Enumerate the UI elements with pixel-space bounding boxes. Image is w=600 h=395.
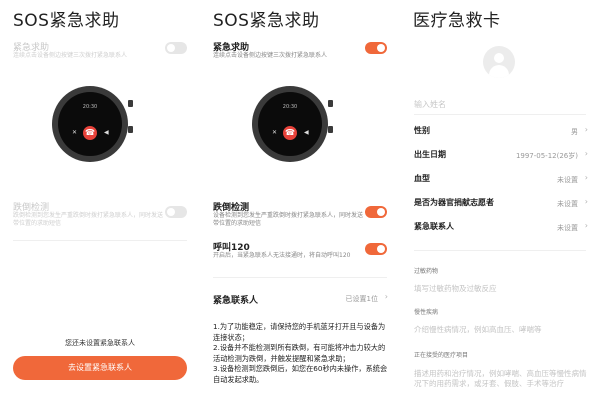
contacts-row[interactable]: 紧急联系人 已设置1位 ›: [200, 285, 400, 307]
chevron-right-icon: ›: [584, 149, 588, 158]
divider: [213, 277, 387, 278]
set-contact-button[interactable]: 去设置紧急联系人: [13, 356, 187, 380]
watch-illustration: 20:30 ✕ ☎ ◀: [52, 86, 133, 162]
divider: [414, 114, 586, 115]
sos-desc: 连续点击设备侧边按键三次拨打紧急联系人: [213, 52, 328, 59]
treatment-title: 正在接受的医疗项目: [414, 352, 469, 359]
page-title: 医疗急救卡: [413, 11, 501, 31]
divider: [13, 240, 187, 241]
tip-item: 1.为了功能稳定，请保持您的手机蓝牙打开且与设备为连接状态；: [213, 322, 386, 342]
allergy-title: 过敏药物: [414, 268, 439, 275]
chevron-right-icon: ›: [584, 221, 588, 230]
call-120-toggle[interactable]: [365, 243, 387, 255]
page-title: SOS紧急求助: [213, 11, 320, 31]
field-value: 未设置: [557, 200, 578, 208]
fall-detection-desc: 设备检测到您发生严重跌倒时拨打紧急联系人，同时发送带位置的求助短信: [213, 212, 364, 227]
field-blood-type[interactable]: 血型 未设置 ›: [400, 170, 600, 188]
field-emergency-contact[interactable]: 紧急联系人 未设置 ›: [400, 218, 600, 236]
field-organ-donor[interactable]: 是否为器官捐献志愿者 未设置 ›: [400, 194, 600, 212]
field-label: 性别: [414, 126, 430, 135]
tip-item: 3.设备检测到您跌倒后，如您在60秒内未操作，系统会自动发起求助。: [213, 364, 388, 384]
allergy-input[interactable]: 填写过敏药物及过敏反应: [414, 283, 497, 294]
speaker-icon: ◀: [304, 129, 309, 136]
field-birthdate[interactable]: 出生日期 1997-05-12(26岁) ›: [400, 146, 600, 164]
sos-toggle[interactable]: [165, 42, 187, 54]
chevron-right-icon: ›: [584, 173, 588, 182]
divider: [414, 250, 586, 251]
contacts-value: 已设置1位: [345, 295, 378, 303]
chronic-title: 慢性疾病: [414, 309, 439, 316]
call-120-desc: 开启后，当紧急联系人无法接通时，将自动呼叫120: [213, 252, 351, 259]
watch-illustration: 20:30 ✕ ☎ ◀: [252, 86, 333, 162]
fall-detection-toggle[interactable]: [365, 206, 387, 218]
chevron-right-icon: ›: [384, 292, 388, 301]
mute-icon: ✕: [72, 129, 78, 136]
sos-panel-set: SOS紧急求助 紧急求助 连续点击设备侧边按键三次拨打紧急联系人 20:30 ✕…: [200, 0, 400, 395]
chevron-right-icon: ›: [584, 197, 588, 206]
tips-list: 1.为了功能稳定，请保持您的手机蓝牙打开且与设备为连接状态； 2.设备并不能检测…: [213, 322, 391, 385]
field-gender[interactable]: 性别 男 ›: [400, 122, 600, 140]
fall-detection-toggle[interactable]: [165, 206, 187, 218]
hangup-icon: ☎: [83, 126, 97, 140]
field-label: 血型: [414, 174, 430, 183]
fall-detection-desc: 跌倒检测到您发生严重跌倒时拨打紧急联系人，同时发送带位置的求助短信: [13, 212, 164, 227]
page-title: SOS紧急求助: [13, 11, 120, 31]
field-label: 出生日期: [414, 150, 446, 159]
field-value: 男: [571, 128, 578, 136]
avatar[interactable]: [483, 46, 515, 78]
field-label: 紧急联系人: [414, 222, 454, 231]
field-value: 1997-05-12(26岁): [515, 152, 578, 160]
treatment-input[interactable]: 描述用药和治疗情况，例如哮喘、高血压等慢性病情况下的用药需求，或牙套、假肢、手术…: [414, 369, 590, 389]
sos-panel-unset: SOS紧急求助 紧急求助 连续点击设备侧边按键三次拨打紧急联系人 20:30 ✕…: [0, 0, 200, 395]
watch-time: 20:30: [82, 104, 98, 110]
field-value: 未设置: [557, 176, 578, 184]
medical-card-panel: 医疗急救卡 输入姓名 性别 男 › 出生日期 1997-05-12(26岁) ›…: [400, 0, 600, 395]
contacts-label: 紧急联系人: [213, 296, 259, 306]
mute-icon: ✕: [272, 129, 278, 136]
name-input[interactable]: 输入姓名: [414, 99, 446, 110]
hangup-icon: ☎: [283, 126, 297, 140]
no-contact-notice: 您还未设置紧急联系人: [65, 339, 135, 347]
field-label: 是否为器官捐献志愿者: [414, 198, 494, 207]
chronic-input[interactable]: 介绍慢性病情况，例如高血压、哮喘等: [414, 324, 542, 335]
sos-desc: 连续点击设备侧边按键三次拨打紧急联系人: [13, 52, 128, 59]
chevron-right-icon: ›: [584, 125, 588, 134]
speaker-icon: ◀: [104, 129, 109, 136]
field-value: 未设置: [557, 224, 578, 232]
sos-toggle[interactable]: [365, 42, 387, 54]
tip-item: 2.设备并不能检测到所有跌倒，有可能将冲击力较大的活动检测为跌倒，并触发提醒和紧…: [213, 343, 386, 363]
watch-time: 20:30: [282, 104, 298, 110]
